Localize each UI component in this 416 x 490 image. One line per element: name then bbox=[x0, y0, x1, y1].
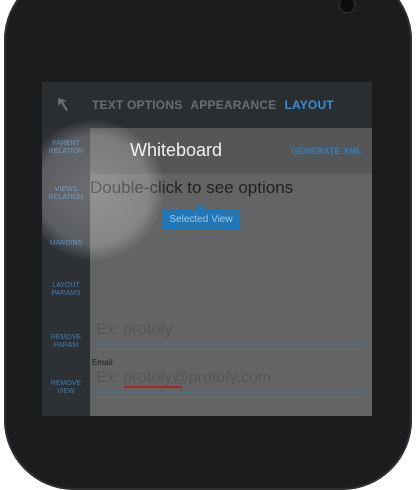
sidebar-item-parent-relation[interactable]: PARENT RELATION bbox=[42, 140, 90, 156]
sidebar: PARENT RELATION VIEWS RELATION MARGINS L… bbox=[42, 128, 90, 416]
top-toolbar: TEXT OPTIONS APPEARANCE LAYOUT bbox=[42, 82, 372, 128]
tab-layout[interactable]: LAYOUT bbox=[284, 98, 333, 112]
selected-view-badge[interactable]: Selected View bbox=[162, 204, 240, 230]
email-field[interactable]: Ex: protofy@protofy.com bbox=[96, 364, 366, 393]
whiteboard-canvas[interactable]: Double-click to see options Selected Vie… bbox=[90, 174, 372, 416]
generate-xml-button[interactable]: GENERATE XML bbox=[291, 146, 362, 156]
tab-text-options[interactable]: TEXT OPTIONS bbox=[92, 98, 182, 112]
tab-appearance[interactable]: APPEARANCE bbox=[190, 98, 276, 112]
hint-text: Double-click to see options bbox=[90, 178, 294, 197]
whiteboard-header: Whiteboard GENERATE XML bbox=[90, 128, 372, 174]
sidebar-item-views-relation[interactable]: VIEWS RELATION bbox=[42, 186, 90, 202]
sidebar-item-remove-view[interactable]: REMOVE VIEW bbox=[42, 380, 90, 396]
sidebar-item-remove-param[interactable]: REMOVE PARAM bbox=[42, 334, 90, 350]
email-field-placeholder: Ex: protofy@protofy.com bbox=[96, 369, 272, 386]
sidebar-item-margins[interactable]: MARGINS bbox=[42, 240, 90, 248]
sidebar-item-layout-params[interactable]: LAYOUT PARAMS bbox=[42, 282, 90, 298]
cursor-arrow-icon[interactable] bbox=[54, 94, 76, 116]
screen: TEXT OPTIONS APPEARANCE LAYOUT PARENT RE… bbox=[42, 82, 372, 416]
spellcheck-underline bbox=[124, 386, 182, 388]
whiteboard-title: Whiteboard bbox=[130, 140, 223, 160]
name-field[interactable]: Ex: protofy bbox=[96, 316, 366, 345]
front-camera bbox=[340, 0, 354, 12]
